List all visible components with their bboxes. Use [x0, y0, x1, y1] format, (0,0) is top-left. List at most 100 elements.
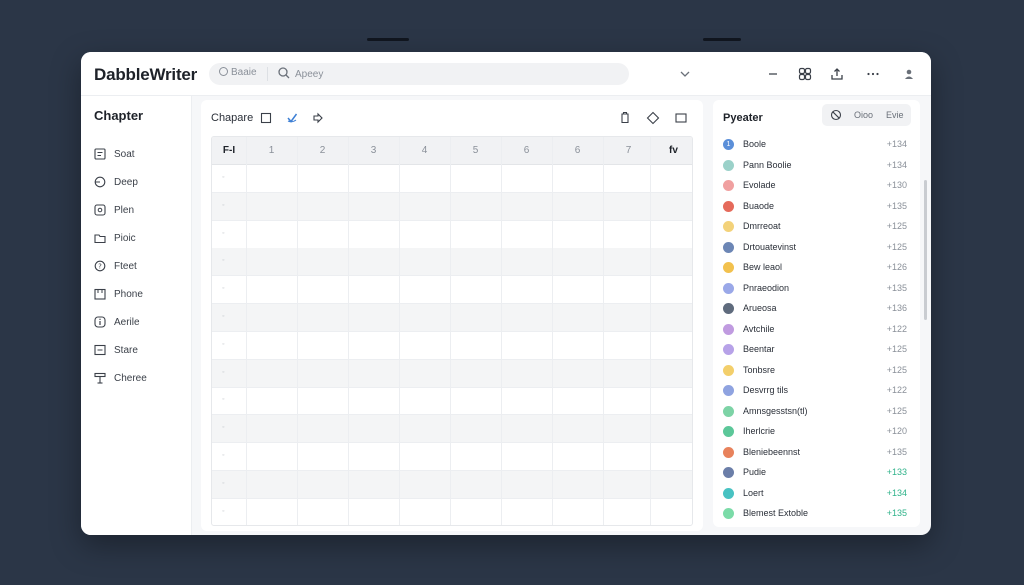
- row-handle-icon[interactable]: ◦: [222, 230, 224, 237]
- sidebar-item-cheree[interactable]: Cheree: [94, 370, 186, 388]
- list-item[interactable]: Avtchile +122: [723, 321, 907, 337]
- list-item-name: Dmrreoat: [743, 221, 781, 231]
- checkbox-icon[interactable]: [259, 111, 273, 125]
- grid-header-cell[interactable]: 6: [501, 145, 552, 156]
- table-row[interactable]: ◦: [212, 165, 692, 193]
- list-item-count: +122: [886, 385, 907, 395]
- list-item-name: Iherlcrie: [743, 426, 776, 436]
- table-row[interactable]: ◦: [212, 359, 692, 388]
- grid-header-cell[interactable]: 5: [450, 145, 501, 156]
- share-icon[interactable]: [829, 66, 845, 82]
- list-item-name: Boole: [743, 139, 767, 149]
- table-row[interactable]: ◦: [212, 304, 692, 332]
- list-item[interactable]: Blemest Extoble +135: [723, 505, 907, 521]
- list-item[interactable]: Beentar +125: [723, 341, 907, 357]
- list-item[interactable]: Loert +134: [723, 485, 907, 501]
- list-item-count: +135: [886, 508, 907, 518]
- diamond-icon[interactable]: [646, 111, 660, 125]
- list-item[interactable]: Bleniebeennst +135: [723, 444, 907, 460]
- row-handle-icon[interactable]: ◦: [222, 341, 224, 348]
- sidebar-item-stare[interactable]: Stare: [94, 342, 186, 360]
- sidebar-item-deep[interactable]: Deep: [94, 174, 186, 192]
- right-panel-scrollbar[interactable]: [924, 180, 927, 320]
- sidebar-item-label: Fteet: [114, 261, 137, 272]
- filter-icon[interactable]: [830, 109, 842, 121]
- list-item[interactable]: Amnsgesstsn(tl) +125: [723, 403, 907, 419]
- list-item-name: Pudie: [743, 467, 767, 477]
- status-dot-icon: [723, 364, 734, 376]
- grid-header-cell[interactable]: 6: [552, 145, 603, 156]
- chevron-down-icon[interactable]: [677, 66, 693, 82]
- list-item[interactable]: Dmrreoat +125: [723, 218, 907, 234]
- table-row[interactable]: ◦: [212, 499, 692, 525]
- list-item[interactable]: Pnraeodion +135: [723, 280, 907, 296]
- row-handle-icon[interactable]: ◦: [222, 480, 224, 487]
- row-handle-icon[interactable]: ◦: [222, 257, 224, 264]
- row-handle-icon[interactable]: ◦: [222, 174, 224, 181]
- main-title: Chapare: [211, 112, 254, 124]
- minimize-icon[interactable]: [765, 66, 781, 82]
- sidebar-item-plen[interactable]: Plen: [94, 202, 186, 220]
- grid-header-cell[interactable]: 2: [297, 145, 348, 156]
- row-handle-icon[interactable]: ◦: [222, 508, 224, 515]
- list-item[interactable]: 1 Boole +134: [723, 136, 907, 152]
- list-item[interactable]: Evolade +130: [723, 177, 907, 193]
- status-dot-icon: [723, 323, 734, 335]
- list-item[interactable]: Tonbsre +125: [723, 362, 907, 378]
- segment-option[interactable]: Oioo: [854, 110, 873, 120]
- table-row[interactable]: ◦: [212, 443, 692, 471]
- list-item[interactable]: Drtouatevinst +125: [723, 239, 907, 255]
- list-item[interactable]: Arueosa +136: [723, 300, 907, 316]
- check-icon[interactable]: [285, 111, 299, 125]
- row-handle-icon[interactable]: ◦: [222, 313, 224, 320]
- search-bar[interactable]: Baaie: [209, 63, 629, 85]
- table-row[interactable]: ◦: [212, 192, 692, 221]
- window-icon[interactable]: [674, 111, 688, 125]
- search-scope-chip[interactable]: Baaie: [219, 67, 257, 78]
- list-item-count: +135: [886, 446, 907, 457]
- grid-header-cell[interactable]: F-I: [212, 145, 246, 156]
- row-handle-icon[interactable]: ◦: [222, 202, 224, 209]
- table-row[interactable]: ◦: [212, 332, 692, 360]
- list-item[interactable]: Pudie +133: [723, 464, 907, 480]
- list-item[interactable]: Bew leaol +126: [723, 259, 907, 275]
- tag-icon[interactable]: [618, 111, 632, 125]
- table-row[interactable]: ◦: [212, 221, 692, 249]
- grid-header-cell[interactable]: fv: [648, 145, 692, 156]
- user-icon[interactable]: [901, 66, 917, 82]
- row-handle-icon[interactable]: ◦: [222, 369, 224, 376]
- row-handle-icon[interactable]: ◦: [222, 285, 224, 292]
- sidebar-item-aerile[interactable]: Aerile: [94, 314, 186, 332]
- table-row[interactable]: ◦: [212, 415, 692, 444]
- sidebar-item-pioic[interactable]: Pioic: [94, 230, 186, 248]
- table-row[interactable]: ◦: [212, 248, 692, 277]
- list-item[interactable]: Iherlcrie +120: [723, 423, 907, 439]
- search-input[interactable]: [295, 66, 615, 82]
- table-row[interactable]: ◦: [212, 276, 692, 305]
- document-icon: [94, 148, 106, 160]
- grid-header-cell[interactable]: 7: [603, 145, 654, 156]
- move-icon[interactable]: [311, 111, 325, 125]
- list-item[interactable]: Pann Boolie +134: [723, 157, 907, 173]
- segment-option[interactable]: Evie: [886, 110, 904, 120]
- sidebar-item-fteet[interactable]: ? Fteet: [94, 258, 186, 276]
- status-dot-icon: [723, 241, 734, 253]
- row-handle-icon[interactable]: ◦: [222, 424, 224, 431]
- main-panel: Chapare F-I 1 2 3 4 5 6 6 7 fv ◦ ◦ ◦ ◦ ◦ ◦ ◦ ◦ ◦…: [201, 100, 703, 531]
- sidebar-item-phone[interactable]: Phone: [94, 286, 186, 304]
- more-icon[interactable]: [865, 66, 881, 82]
- grid-header-cell[interactable]: 3: [348, 145, 399, 156]
- list-item[interactable]: Desvrrg tils +122: [723, 382, 907, 398]
- grid-header-cell[interactable]: 1: [246, 145, 297, 156]
- status-dot-icon: [723, 303, 734, 314]
- list-item-name: Desvrrg tils: [743, 385, 789, 395]
- sidebar-item-soat[interactable]: Soat: [94, 146, 186, 164]
- list-item-name: Arueosa: [743, 303, 777, 313]
- link-icon[interactable]: [797, 66, 813, 82]
- table-row[interactable]: ◦: [212, 387, 692, 416]
- grid-header-cell[interactable]: 4: [399, 145, 450, 156]
- row-handle-icon[interactable]: ◦: [222, 452, 224, 459]
- list-item[interactable]: Buaode +135: [723, 198, 907, 214]
- table-row[interactable]: ◦: [212, 470, 692, 499]
- row-handle-icon[interactable]: ◦: [222, 396, 224, 403]
